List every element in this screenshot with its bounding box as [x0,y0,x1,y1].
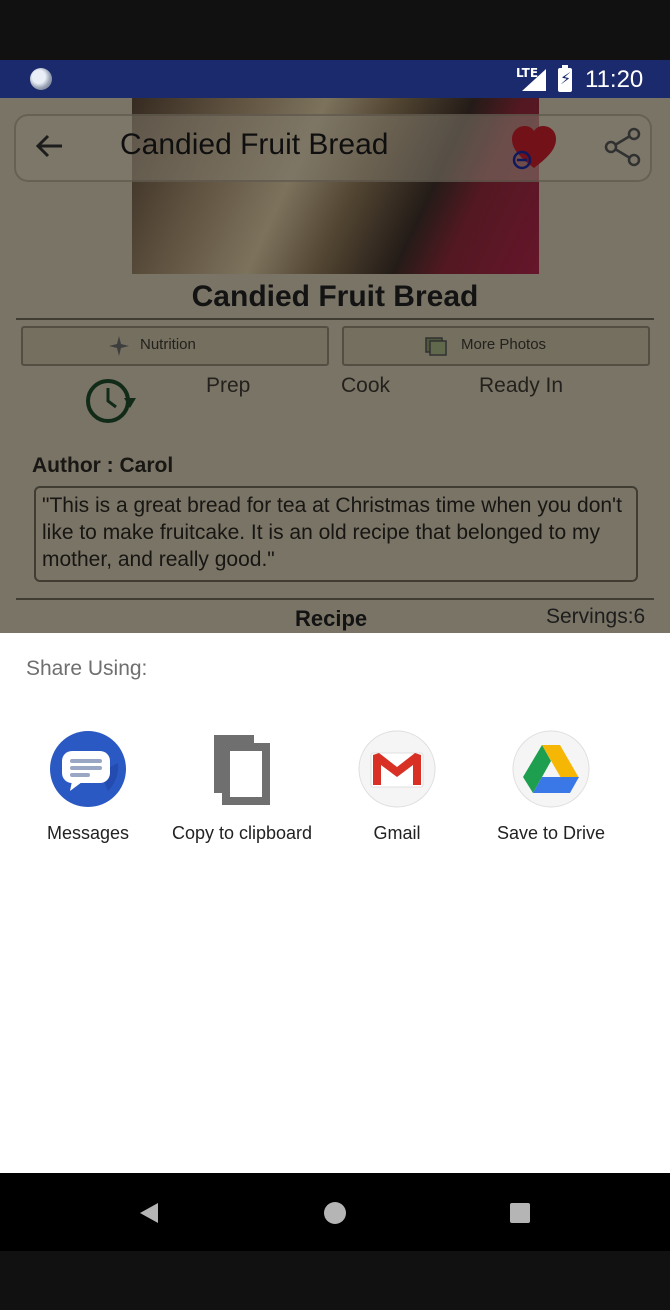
drive-icon [512,730,590,808]
notification-icon [30,68,52,90]
battery-icon: ⚡ [558,65,572,92]
share-target-gmail[interactable]: Gmail [320,729,474,889]
signal-icon [522,69,546,91]
share-target-label: Copy to clipboard [171,823,313,843]
dim-scrim[interactable] [0,98,670,633]
share-sheet: Share Using: Messages Copy to clipboard … [0,633,670,1173]
recipe-screen: Candied Fruit Bread Candied Fruit Bread … [0,98,670,633]
bottom-letterbox [0,1251,670,1310]
share-target-label: Messages [46,823,130,843]
share-target-messages[interactable]: Messages [11,729,165,889]
navigation-bar [0,1173,670,1251]
nav-recents-icon[interactable] [510,1203,530,1223]
nav-home-icon[interactable] [324,1202,346,1224]
share-target-save-to-drive[interactable]: Save to Drive [474,729,628,889]
share-target-label: Gmail [373,823,421,843]
messages-icon [50,731,126,807]
share-sheet-title: Share Using: [26,657,148,680]
nav-back-icon[interactable] [138,1201,160,1225]
share-target-copy-to-clipboard[interactable]: Copy to clipboard [165,729,319,889]
gmail-icon [358,730,436,808]
share-target-label: Save to Drive [496,823,606,843]
top-letterbox [0,0,670,60]
status-bar: LTE ⚡ 11:20 [0,60,670,98]
copy-icon [214,735,270,805]
status-time: 11:20 [585,66,644,93]
